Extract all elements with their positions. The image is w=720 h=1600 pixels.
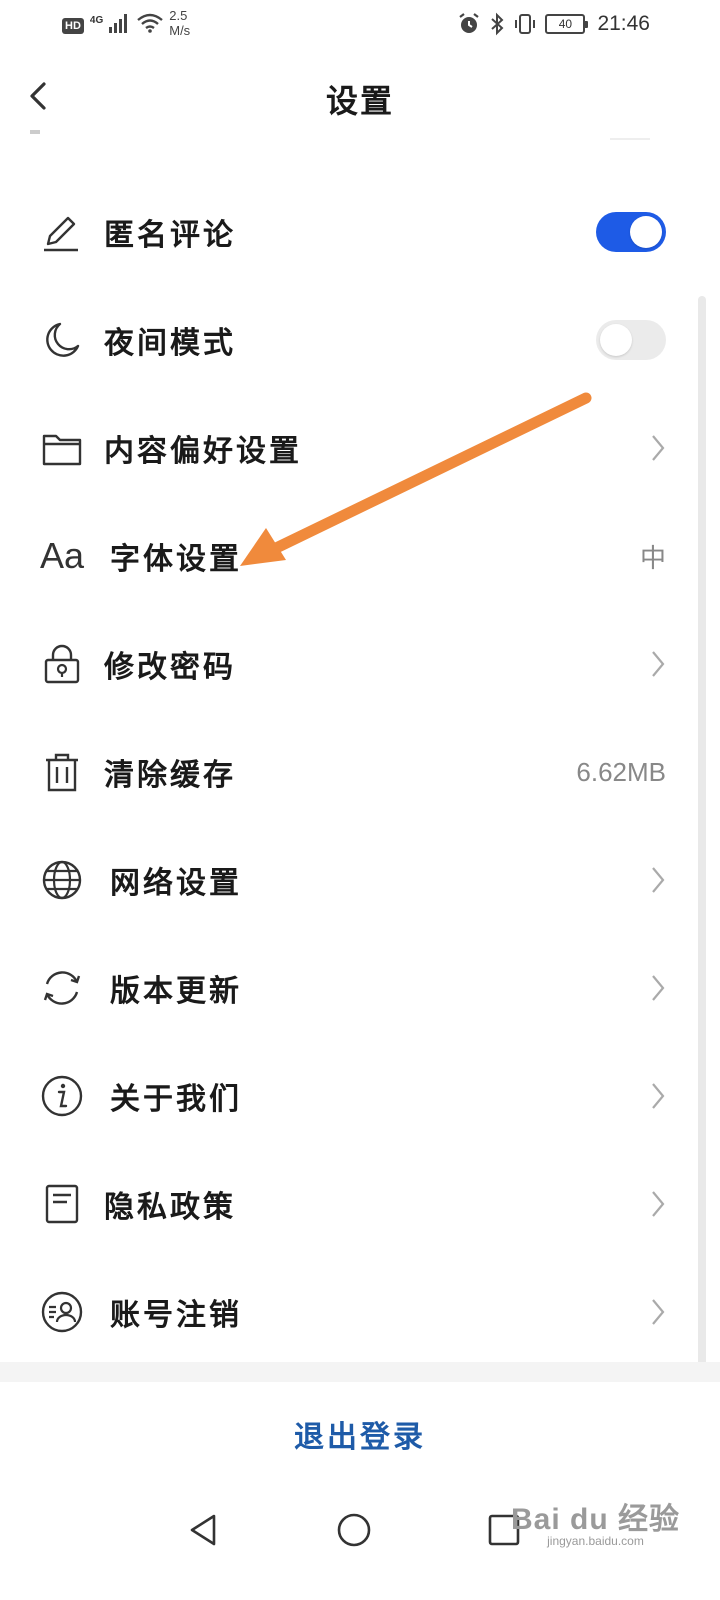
setting-label: 隐私政策 bbox=[104, 1190, 236, 1225]
logout-button[interactable]: 退出登录 bbox=[0, 1412, 720, 1456]
setting-label: 清除缓存 bbox=[104, 758, 236, 793]
setting-label: 账号注销 bbox=[110, 1298, 242, 1333]
night-mode-toggle[interactable] bbox=[596, 320, 666, 360]
setting-label: 网络设置 bbox=[110, 866, 242, 901]
setting-label: 匿名评论 bbox=[104, 218, 236, 253]
speed-unit: M/s bbox=[169, 23, 191, 38]
setting-label: 关于我们 bbox=[110, 1082, 242, 1117]
chevron-right-icon bbox=[652, 435, 665, 461]
status-right: 40 21:46 bbox=[457, 12, 650, 36]
setting-privacy-policy[interactable]: 隐私政策 bbox=[0, 1150, 720, 1258]
font-size-value: 中 bbox=[639, 543, 666, 574]
cache-size-value: 6.62MB bbox=[576, 756, 666, 787]
scrolled-content-edge bbox=[30, 130, 40, 134]
setting-label: 夜间模式 bbox=[104, 326, 236, 361]
document-icon bbox=[40, 1182, 84, 1226]
lock-icon bbox=[40, 642, 84, 686]
watermark-main: Bai du 经验 bbox=[510, 1503, 680, 1536]
trash-icon bbox=[40, 750, 84, 794]
nav-back-button[interactable] bbox=[184, 1510, 224, 1550]
battery-level: 40 bbox=[558, 17, 573, 31]
chevron-right-icon bbox=[652, 1083, 665, 1109]
setting-content-preference[interactable]: 内容偏好设置 bbox=[0, 394, 720, 502]
section-divider bbox=[0, 1362, 720, 1382]
pencil-icon bbox=[40, 210, 84, 254]
setting-label: 版本更新 bbox=[110, 974, 242, 1009]
signal-icon bbox=[109, 14, 128, 33]
setting-version-update[interactable]: 版本更新 bbox=[0, 934, 720, 1042]
hd-badge: HD bbox=[62, 18, 84, 34]
chevron-right-icon bbox=[652, 1191, 665, 1217]
network-speed: 2.5 M/s bbox=[169, 8, 190, 38]
speed-value: 2.5 bbox=[169, 8, 188, 23]
bluetooth-icon bbox=[491, 12, 504, 36]
page-header: 设置 bbox=[0, 60, 720, 140]
setting-label: 内容偏好设置 bbox=[104, 434, 302, 469]
setting-label: 字体设置 bbox=[110, 542, 242, 577]
chevron-right-icon bbox=[652, 975, 665, 1001]
chevron-right-icon bbox=[652, 867, 665, 893]
setting-network[interactable]: 网络设置 bbox=[0, 826, 720, 934]
info-icon bbox=[40, 1074, 84, 1118]
font-icon-text: Aa bbox=[39, 535, 85, 576]
setting-change-password[interactable]: 修改密码 bbox=[0, 610, 720, 718]
folder-icon bbox=[40, 426, 84, 470]
setting-font[interactable]: Aa 字体设置 中 bbox=[0, 502, 720, 610]
nav-home-button[interactable] bbox=[334, 1510, 374, 1550]
moon-icon bbox=[40, 318, 84, 362]
setting-anonymous-comment[interactable]: 匿名评论 bbox=[0, 178, 720, 286]
baidu-jingyan-watermark: Bai du 经验 jingyan.baidu.com bbox=[511, 1494, 680, 1548]
status-left: HD 4G 2.5 M/s bbox=[62, 8, 190, 38]
setting-label: 修改密码 bbox=[104, 650, 236, 685]
account-icon bbox=[40, 1290, 84, 1334]
anonymous-comment-toggle[interactable] bbox=[596, 212, 666, 252]
settings-list: 匿名评论 夜间模式 内容偏好设置 Aa 字体设置 中 修改密码 清除缓存 6.6… bbox=[0, 178, 720, 1366]
clock: 21:46 bbox=[597, 12, 650, 35]
alarm-icon bbox=[459, 13, 480, 33]
scrolled-content-edge-right bbox=[610, 138, 650, 140]
battery-indicator: 40 bbox=[545, 14, 589, 34]
wifi-icon bbox=[137, 13, 164, 33]
setting-account-cancellation[interactable]: 账号注销 bbox=[0, 1258, 720, 1366]
circle-home-icon bbox=[337, 1513, 371, 1547]
page-title: 设置 bbox=[325, 82, 394, 120]
setting-about-us[interactable]: 关于我们 bbox=[0, 1042, 720, 1150]
setting-clear-cache[interactable]: 清除缓存 6.62MB bbox=[0, 718, 720, 826]
triangle-back-icon bbox=[190, 1514, 216, 1546]
status-bar: HD 4G 2.5 M/s 40 21:46 bbox=[0, 0, 720, 50]
chevron-right-icon bbox=[652, 1299, 665, 1325]
chevron-right-icon bbox=[652, 651, 665, 677]
globe-icon bbox=[40, 858, 84, 902]
network-type: 4G bbox=[89, 14, 104, 26]
vibrate-icon bbox=[515, 14, 536, 34]
refresh-icon bbox=[40, 966, 84, 1010]
font-aa-icon: Aa bbox=[40, 534, 84, 578]
toggle-knob bbox=[630, 216, 662, 248]
setting-night-mode[interactable]: 夜间模式 bbox=[0, 286, 720, 394]
toggle-knob bbox=[600, 324, 632, 356]
